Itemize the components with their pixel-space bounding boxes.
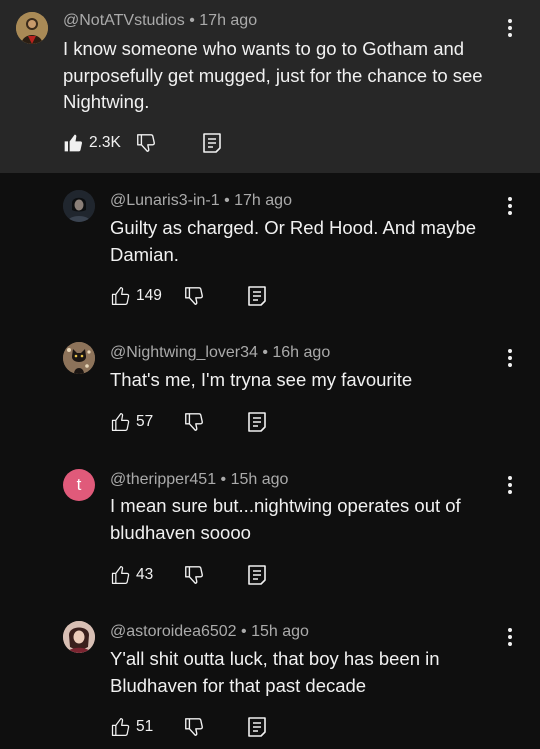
more-icon-dot — [508, 204, 512, 208]
like-count: 2.3K — [89, 134, 121, 151]
dislike-icon — [185, 287, 203, 305]
more-icon-dot — [508, 490, 512, 494]
like-icon — [64, 134, 83, 152]
more-icon — [508, 349, 512, 353]
more-icon-dot — [508, 635, 512, 639]
avatar[interactable] — [63, 621, 95, 653]
reply-icon — [248, 286, 266, 306]
comment-actions: 57 — [110, 410, 290, 434]
like-button[interactable]: 51 — [110, 715, 153, 739]
photo-avatar-icon — [63, 190, 95, 222]
meta-separator: • — [262, 344, 273, 361]
comment-time: 17h ago — [234, 192, 292, 209]
meta-separator: • — [241, 623, 252, 640]
comment-time: 15h ago — [251, 623, 309, 640]
more-icon — [508, 197, 512, 201]
like-button[interactable]: 149 — [110, 284, 162, 308]
reply-icon — [248, 717, 266, 737]
dislike-button[interactable] — [183, 410, 205, 434]
like-icon — [111, 566, 130, 584]
reply-icon — [203, 133, 221, 153]
like-icon — [111, 718, 130, 736]
comment-meta: @Lunaris3-in-1 • 17h ago — [110, 192, 292, 210]
comment-time: 16h ago — [272, 344, 331, 361]
like-count: 149 — [136, 287, 162, 304]
dislike-button[interactable] — [183, 715, 205, 739]
reply-icon — [248, 565, 266, 585]
like-icon — [111, 287, 130, 305]
comment-text: Y'all shit outta luck, that boy has been… — [110, 648, 440, 696]
reply-icon — [248, 412, 266, 432]
like-button[interactable]: 2.3K — [63, 131, 121, 155]
comment-meta: @Nightwing_lover34 • 16h ago — [110, 344, 330, 362]
comment-author[interactable]: @Nightwing_lover34 — [110, 344, 258, 361]
more-options-button[interactable] — [500, 192, 520, 220]
cat-avatar-icon — [63, 342, 95, 374]
avatar[interactable] — [63, 342, 95, 374]
more-icon — [508, 476, 512, 480]
comment-actions: 149 — [110, 284, 290, 308]
meta-separator: • — [189, 12, 200, 29]
comment-actions: 43 — [110, 563, 290, 587]
comment-meta: @astoroidea6502 • 15h ago — [110, 623, 309, 641]
like-count: 51 — [136, 718, 154, 735]
comment-author[interactable]: @NotATVstudios — [63, 12, 185, 29]
photo-avatar-icon — [63, 621, 95, 653]
more-icon-dot — [508, 356, 512, 360]
comment-text: I mean sure but...nightwing operates out… — [110, 495, 461, 543]
like-count: 57 — [136, 413, 154, 430]
more-options-button[interactable] — [500, 623, 520, 651]
comment-time: 15h ago — [230, 471, 289, 488]
reply-button[interactable] — [202, 131, 222, 155]
more-icon-dot — [508, 483, 512, 487]
more-icon-dot — [508, 642, 512, 646]
comment-meta: @NotATVstudios • 17h ago — [63, 12, 257, 30]
avatar[interactable] — [16, 12, 48, 44]
dislike-button[interactable] — [135, 131, 157, 155]
dislike-icon — [185, 566, 203, 584]
comment-text: I know someone who wants to go to Gotham… — [63, 38, 483, 112]
like-count: 43 — [136, 566, 154, 583]
comment-meta: @theripper451 • 15h ago — [110, 471, 288, 489]
more-icon-dot — [508, 363, 512, 367]
photo-avatar-icon — [16, 12, 48, 44]
more-icon-dot — [508, 26, 512, 30]
comment-time: 17h ago — [199, 12, 258, 29]
like-button[interactable]: 43 — [110, 563, 153, 587]
more-options-button[interactable] — [500, 344, 520, 372]
reply-button[interactable] — [247, 284, 267, 308]
comment-actions: 51 — [110, 715, 290, 739]
more-icon-dot — [508, 33, 512, 37]
more-options-button[interactable] — [500, 14, 520, 42]
dislike-button[interactable] — [183, 563, 205, 587]
dislike-button[interactable] — [183, 284, 205, 308]
reply-button[interactable] — [247, 563, 267, 587]
comment-author[interactable]: @theripper451 — [110, 471, 216, 488]
meta-separator: • — [224, 192, 235, 209]
comment-author[interactable]: @Lunaris3-in-1 — [110, 192, 220, 209]
comment-text: Guilty as charged. Or Red Hood. And mayb… — [110, 217, 477, 265]
reply-button[interactable] — [247, 715, 267, 739]
comment-actions: 2.3K — [63, 131, 263, 155]
dislike-icon — [185, 718, 203, 736]
comment-text: That's me, I'm tryna see my favourite — [110, 369, 413, 390]
avatar-letter: t — [76, 475, 82, 494]
more-icon — [508, 19, 512, 23]
more-icon-dot — [508, 211, 512, 215]
more-options-button[interactable] — [500, 471, 520, 499]
dislike-icon — [185, 413, 203, 431]
like-button[interactable]: 57 — [110, 410, 153, 434]
dislike-icon — [137, 134, 155, 152]
meta-separator: • — [220, 471, 231, 488]
reply-button[interactable] — [247, 410, 267, 434]
avatar[interactable]: t — [63, 469, 95, 501]
like-icon — [111, 413, 130, 431]
more-icon — [508, 628, 512, 632]
avatar[interactable] — [63, 190, 95, 222]
comment-author[interactable]: @astoroidea6502 — [110, 623, 237, 640]
